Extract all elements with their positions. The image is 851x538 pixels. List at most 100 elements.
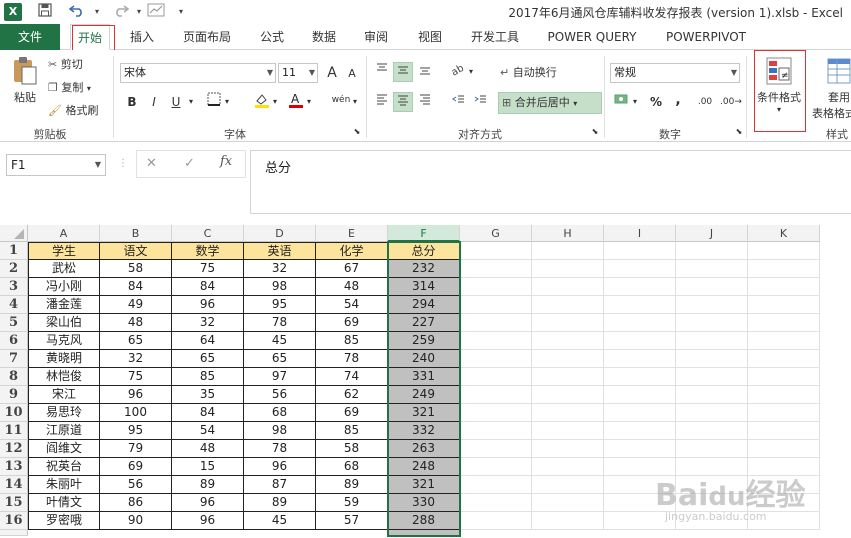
score-cell[interactable]: 86 xyxy=(100,494,172,512)
student-name-cell[interactable]: 宋江 xyxy=(28,386,100,404)
score-cell[interactable]: 100 xyxy=(100,404,172,422)
shrink-font-button[interactable]: A xyxy=(342,64,362,84)
score-cell[interactable]: 85 xyxy=(316,332,388,350)
currency-icon[interactable] xyxy=(612,92,632,112)
row-header-15[interactable]: 15 xyxy=(0,494,28,512)
increase-decimal-button[interactable]: .00 xyxy=(694,92,716,112)
align-left-icon[interactable] xyxy=(372,92,392,112)
underline-button[interactable]: U xyxy=(166,92,186,112)
empty-cell[interactable] xyxy=(532,422,604,440)
row-header-5[interactable]: 5 xyxy=(0,314,28,332)
tab-view[interactable]: 视图 xyxy=(410,24,450,50)
empty-cell[interactable] xyxy=(748,350,820,368)
format-painter-button[interactable]: 🖌 格式刷 xyxy=(48,102,98,118)
student-name-cell[interactable]: 武松 xyxy=(28,260,100,278)
empty-cell[interactable] xyxy=(676,422,748,440)
header-cell[interactable]: 化学 xyxy=(316,242,388,260)
total-score-cell[interactable]: 227 xyxy=(388,314,460,332)
bold-button[interactable]: B xyxy=(122,92,142,112)
total-score-cell[interactable]: 263 xyxy=(388,440,460,458)
total-score-cell[interactable]: 240 xyxy=(388,350,460,368)
score-cell[interactable]: 54 xyxy=(172,422,244,440)
number-dialog-launcher-icon[interactable]: ⬊ xyxy=(734,126,744,138)
column-header-A[interactable]: A xyxy=(28,225,100,242)
empty-cell[interactable] xyxy=(460,404,532,422)
empty-cell[interactable] xyxy=(676,278,748,296)
row-header-partial[interactable] xyxy=(0,530,28,536)
empty-cell[interactable] xyxy=(532,368,604,386)
align-middle-icon[interactable] xyxy=(393,62,413,82)
fill-color-icon[interactable] xyxy=(252,92,272,112)
tab-page-layout[interactable]: 页面布局 xyxy=(176,24,238,50)
score-cell[interactable]: 64 xyxy=(172,332,244,350)
align-bottom-icon[interactable] xyxy=(415,62,435,82)
student-name-cell[interactable]: 梁山伯 xyxy=(28,314,100,332)
score-cell[interactable]: 89 xyxy=(316,476,388,494)
score-cell[interactable]: 65 xyxy=(100,332,172,350)
empty-cell[interactable] xyxy=(604,278,676,296)
empty-cell[interactable] xyxy=(532,512,604,530)
score-cell[interactable]: 98 xyxy=(244,278,316,296)
total-score-cell[interactable] xyxy=(388,530,460,536)
score-cell[interactable]: 49 xyxy=(100,296,172,314)
empty-cell[interactable] xyxy=(532,242,604,260)
score-cell[interactable]: 69 xyxy=(316,314,388,332)
tab-power-query[interactable]: POWER QUERY xyxy=(540,24,644,50)
student-name-cell[interactable]: 冯小刚 xyxy=(28,278,100,296)
empty-cell[interactable] xyxy=(460,368,532,386)
empty-cell[interactable] xyxy=(748,242,820,260)
comma-button[interactable]: , xyxy=(668,90,688,110)
empty-cell[interactable] xyxy=(748,278,820,296)
redo-icon[interactable] xyxy=(108,3,134,21)
score-cell[interactable]: 45 xyxy=(244,332,316,350)
empty-cell[interactable] xyxy=(604,368,676,386)
score-cell[interactable]: 74 xyxy=(316,368,388,386)
header-cell[interactable]: 语文 xyxy=(100,242,172,260)
row-header-7[interactable]: 7 xyxy=(0,350,28,368)
column-header-G[interactable]: G xyxy=(460,225,532,242)
score-cell[interactable]: 67 xyxy=(316,260,388,278)
header-cell[interactable]: 数学 xyxy=(172,242,244,260)
font-size-select[interactable]: 11 ▼ xyxy=(278,63,318,83)
empty-cell[interactable] xyxy=(532,440,604,458)
empty-cell[interactable] xyxy=(604,332,676,350)
empty-cell[interactable] xyxy=(460,278,532,296)
empty-cell[interactable] xyxy=(460,422,532,440)
student-name-cell[interactable]: 祝英台 xyxy=(28,458,100,476)
empty-cell[interactable] xyxy=(604,404,676,422)
border-dropdown-icon[interactable]: ▾ xyxy=(222,92,232,112)
score-cell[interactable]: 90 xyxy=(100,512,172,530)
tab-data[interactable]: 数据 xyxy=(304,24,344,50)
score-cell[interactable]: 95 xyxy=(244,296,316,314)
empty-cell[interactable] xyxy=(460,458,532,476)
row-header-16[interactable]: 16 xyxy=(0,512,28,530)
empty-cell[interactable] xyxy=(604,350,676,368)
empty-cell[interactable] xyxy=(748,260,820,278)
empty-cell[interactable] xyxy=(532,386,604,404)
score-cell[interactable]: 96 xyxy=(100,386,172,404)
score-cell[interactable]: 96 xyxy=(172,512,244,530)
empty-cell[interactable] xyxy=(676,242,748,260)
student-name-cell[interactable]: 罗密哦 xyxy=(28,512,100,530)
align-top-icon[interactable] xyxy=(372,62,392,82)
empty-cell[interactable] xyxy=(532,404,604,422)
header-cell[interactable]: 学生 xyxy=(28,242,100,260)
score-cell[interactable]: 35 xyxy=(172,386,244,404)
empty-cell[interactable] xyxy=(460,350,532,368)
align-right-icon[interactable] xyxy=(415,92,435,112)
score-cell[interactable]: 87 xyxy=(244,476,316,494)
score-cell[interactable]: 96 xyxy=(172,494,244,512)
confirm-icon[interactable]: ✓ xyxy=(184,156,195,171)
score-cell[interactable]: 96 xyxy=(244,458,316,476)
font-color-icon[interactable]: A xyxy=(286,92,306,112)
student-name-cell[interactable]: 马克风 xyxy=(28,332,100,350)
underline-dropdown-icon[interactable]: ▾ xyxy=(186,92,196,112)
header-cell[interactable]: 总分 xyxy=(388,242,460,260)
column-header-E[interactable]: E xyxy=(316,225,388,242)
total-score-cell[interactable]: 288 xyxy=(388,512,460,530)
score-cell[interactable]: 97 xyxy=(244,368,316,386)
number-format-select[interactable]: 常规 ▼ xyxy=(610,63,740,83)
total-score-cell[interactable]: 321 xyxy=(388,404,460,422)
row-header-9[interactable]: 9 xyxy=(0,386,28,404)
score-cell[interactable]: 68 xyxy=(244,404,316,422)
